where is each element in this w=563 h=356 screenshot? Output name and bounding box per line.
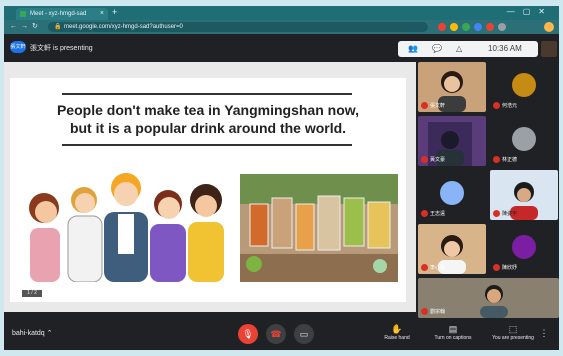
muted-mic-icon: [493, 264, 500, 271]
meeting-controls-top: 👥 💬 △ 10:36 AM: [398, 41, 538, 57]
presentation-stage: People don't make tea in Yangmingshan no…: [4, 62, 416, 312]
lock-icon: 🔒: [54, 24, 62, 30]
participant-tile[interactable]: 李心怡: [418, 224, 486, 274]
browser-tab-bar: Meet - xyz-hmgd-sad × + —▢✕: [4, 6, 559, 20]
students-illustration: [29, 173, 224, 282]
participant-tile[interactable]: 陳欣妤: [490, 224, 558, 274]
participant-tile[interactable]: 黃文豪: [418, 116, 486, 166]
window-controls[interactable]: —▢✕: [507, 7, 553, 16]
participant-tile[interactable]: 陳姿宇: [490, 170, 558, 220]
meet-top-bar: 張文軒 張文軒 is presenting 👥 💬 △ 10:36 AM: [4, 34, 559, 62]
muted-mic-icon: [421, 102, 428, 109]
people-icon[interactable]: 👥: [408, 44, 418, 53]
slide-page-indicator: 1 / 2: [22, 290, 42, 297]
presenter-badge: 張文軒: [10, 41, 26, 53]
present-icon: ⬚: [508, 324, 518, 334]
slide-headline-line2: but it is a popular drink around the wor…: [69, 120, 347, 136]
slide-headline-line1: People don't make tea in Yangmingshan no…: [56, 102, 360, 118]
participant-name: 陳姿宇: [493, 210, 517, 217]
avatar: [512, 73, 536, 97]
browser-tab[interactable]: Meet - xyz-hmgd-sad ×: [16, 8, 108, 20]
participant-name: 林正德: [493, 156, 517, 163]
captions-icon: ▤: [448, 324, 458, 334]
participant-name: 劉宗翰: [421, 308, 445, 315]
url-text: meet.google.com/xyz-hmgd-sad?authuser=0: [64, 24, 183, 30]
muted-mic-icon: [493, 102, 500, 109]
extension-icon[interactable]: [462, 23, 470, 31]
extension-icon[interactable]: [438, 23, 446, 31]
participant-tile[interactable]: 張文軒: [418, 62, 486, 112]
tab-title: Meet - xyz-hmgd-sad: [30, 11, 87, 17]
meet-bottom-bar: bahi-katdq ⌃ 🎙 ☎ ▭ ✋ Raise hand ▤ Turn on …: [4, 318, 559, 350]
mic-off-button[interactable]: 🎙: [238, 324, 258, 344]
presentation-slide: People don't make tea in Yangmingshan no…: [10, 78, 406, 302]
muted-mic-icon: [421, 210, 428, 217]
muted-mic-icon: [493, 210, 500, 217]
participant-name: 陳欣妤: [493, 264, 517, 271]
meeting-code[interactable]: bahi-katdq ⌃: [12, 329, 53, 337]
muted-mic-icon: [421, 156, 428, 163]
participant-tile[interactable]: 林正德: [490, 116, 558, 166]
avatar: [440, 181, 464, 205]
participant-grid: 張文軒 何浩元 黃文豪 林正德 王志遠 陳姿宇 李心怡 陳欣妤 劉宗翰: [418, 62, 559, 318]
url-field[interactable]: 🔒 meet.google.com/xyz-hmgd-sad?authuser=…: [48, 22, 428, 32]
participant-name: 王志遠: [421, 210, 445, 217]
chat-icon[interactable]: 💬: [432, 44, 442, 53]
bubble-tea-photo: [240, 174, 398, 282]
avatar: [512, 235, 536, 259]
extension-icon[interactable]: [450, 23, 458, 31]
new-tab-button[interactable]: +: [112, 7, 117, 17]
hand-icon: ✋: [391, 324, 403, 334]
address-bar-row: ←→↻ 🔒 meet.google.com/xyz-hmgd-sad?authu…: [4, 20, 559, 34]
extension-icon[interactable]: [474, 23, 482, 31]
raise-hand-button[interactable]: ✋ Raise hand: [374, 323, 420, 341]
activities-icon[interactable]: △: [456, 44, 462, 53]
more-options-icon[interactable]: ⋮: [534, 328, 554, 339]
slide-bottom-rule: [62, 144, 352, 146]
participant-name: 何浩元: [493, 102, 517, 109]
extension-icon[interactable]: [498, 23, 506, 31]
navigation-buttons[interactable]: ←→↻: [10, 22, 42, 30]
avatar: [512, 127, 536, 151]
slide-top-rule: [62, 93, 352, 95]
leave-call-button[interactable]: ☎: [266, 324, 286, 344]
extension-icon[interactable]: [486, 23, 494, 31]
close-tab-icon[interactable]: ×: [100, 8, 104, 20]
participant-tile[interactable]: 劉宗翰: [418, 278, 559, 318]
participant-tile[interactable]: 王志遠: [418, 170, 486, 220]
clock: 10:36 AM: [488, 44, 522, 53]
muted-mic-icon: [421, 264, 428, 271]
participant-name: 黃文豪: [421, 156, 445, 163]
profile-avatar[interactable]: [544, 22, 554, 32]
captions-button[interactable]: ▤ Turn on captions: [430, 323, 476, 341]
participant-tile[interactable]: 何浩元: [490, 62, 558, 112]
self-view-thumbnail[interactable]: [541, 41, 557, 57]
participant-name: 李心怡: [421, 264, 445, 271]
muted-mic-icon: [421, 308, 428, 315]
meet-favicon-icon: [20, 11, 26, 17]
app-window: Meet - xyz-hmgd-sad × + —▢✕ ←→↻ 🔒 meet.g…: [4, 6, 559, 350]
presenting-button[interactable]: ⬚ You are presenting: [490, 323, 536, 341]
muted-mic-icon: [493, 156, 500, 163]
camera-button[interactable]: ▭: [294, 324, 314, 344]
participant-name: 張文軒: [421, 102, 445, 109]
presenting-status: 張文軒 is presenting: [30, 45, 93, 52]
